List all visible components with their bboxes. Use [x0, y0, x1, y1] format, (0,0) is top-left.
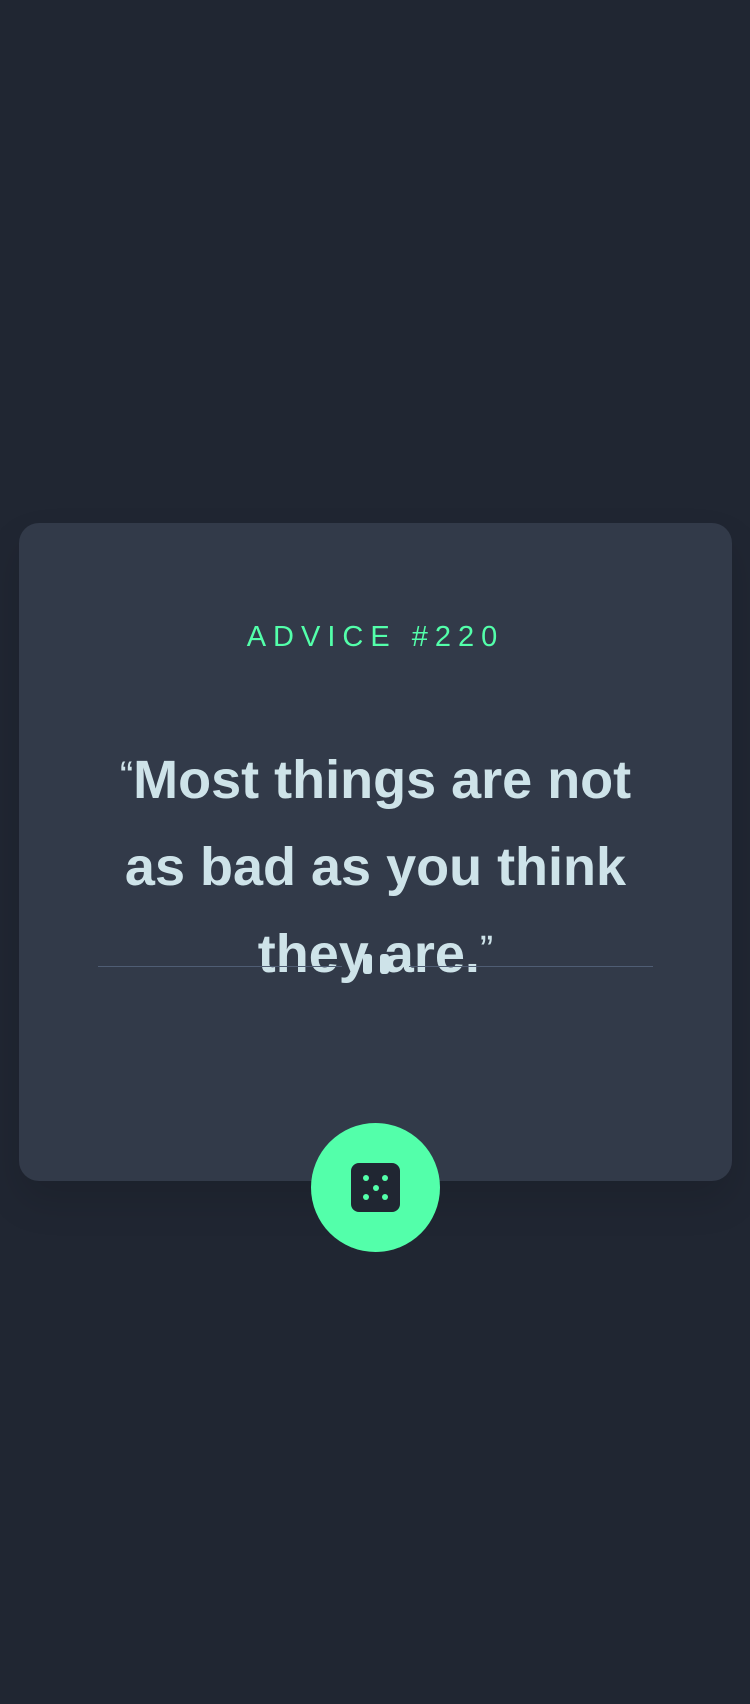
divider-line-left [98, 966, 342, 967]
page: { "advice": { "label": "ADVICE #220", "o… [0, 0, 750, 1704]
advice-card: ADVICE #220 “Most things are not as bad … [19, 523, 732, 1181]
pause-icon [362, 954, 389, 974]
pattern-divider [98, 952, 653, 980]
dice-icon [351, 1163, 400, 1212]
divider-line-right [409, 966, 653, 967]
open-quote: “ [119, 754, 134, 798]
generate-advice-button[interactable] [311, 1123, 440, 1252]
advice-text: Most things are not as bad as you think … [124, 750, 632, 984]
advice-id: ADVICE #220 [246, 621, 505, 653]
